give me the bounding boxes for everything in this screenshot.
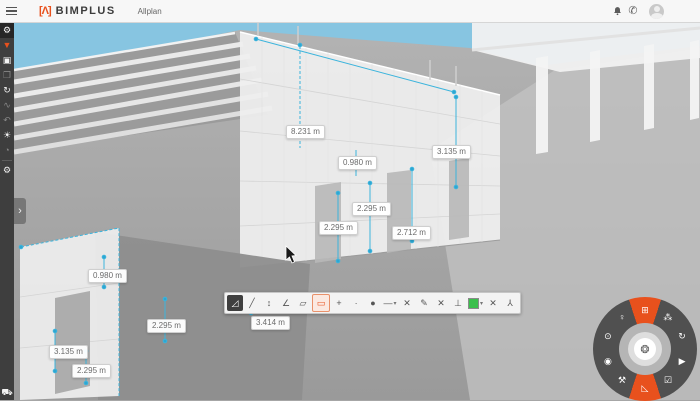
bell-glyph (612, 6, 623, 17)
measurement-toolbar: ◿╱↕∠▱▭+∙●—▾✕✎✕⊥▾✕⅄ (224, 292, 521, 314)
model-structure-icon[interactable]: ▣ (0, 53, 14, 68)
location-pin-icon[interactable]: ♀ (615, 310, 629, 324)
dropdown-caret-icon: ▾ (480, 300, 483, 307)
viewer-settings-icon[interactable]: ⚙ (0, 23, 14, 38)
camera-icon[interactable]: ▶ (675, 354, 689, 368)
measure-ruler-icon[interactable]: ◺ (638, 381, 652, 395)
revision-icon[interactable]: ↻ (0, 83, 14, 98)
clear-tag-button[interactable]: ✕ (433, 295, 449, 311)
front-left-wall (20, 228, 119, 400)
brand-title: BIMPLUS (56, 5, 116, 17)
text-anchor-button-glyph: ⊥ (454, 298, 462, 309)
clear-line-button-glyph: ✕ (403, 298, 411, 309)
notifications-bell-icon[interactable] (609, 3, 625, 19)
support-phone-icon[interactable]: ✆ (625, 3, 641, 19)
gauge-icon[interactable]: ◔ (0, 143, 14, 158)
left-sidebar: ⚙▼▣❐↻∿↶☀◔⚙⛟ (0, 22, 14, 400)
sidebar-divider (2, 160, 12, 161)
copy-compare-icon[interactable]: ❐ (0, 68, 14, 83)
crosshair-button-glyph: + (336, 298, 341, 308)
label-tag-button-glyph: ✎ (420, 298, 428, 309)
clear-color-button-glyph: ✕ (489, 298, 497, 309)
measure-tool-button-glyph: ◿ (232, 298, 239, 309)
point-large-button-glyph: ● (370, 298, 375, 308)
tasks-checkbox-icon[interactable]: ☑ (661, 374, 675, 388)
sidebar-expand-chevron-icon[interactable]: › (14, 198, 26, 224)
team-icon[interactable]: ⁂ (661, 310, 675, 324)
eye-icon[interactable]: ◉ (601, 354, 615, 368)
settings-gear-icon[interactable]: ⚙ (0, 163, 14, 178)
label-tag-button[interactable]: ✎ (416, 295, 432, 311)
measure-angle-button-glyph: ∠ (282, 298, 290, 309)
cart-icon[interactable]: ⛟ (0, 385, 14, 400)
lens-icon[interactable]: ⊙ (601, 330, 615, 344)
tools-icon[interactable]: ⚒ (615, 374, 629, 388)
measure-area-button[interactable]: ▱ (295, 295, 311, 311)
person-view-button[interactable]: ⅄ (502, 295, 518, 311)
clear-line-button[interactable]: ✕ (399, 295, 415, 311)
line-style-select-glyph: — (383, 298, 392, 308)
project-name[interactable]: Allplan (138, 7, 162, 16)
orbit-center-icon[interactable]: ❂ (634, 338, 656, 360)
apps-grid-icon[interactable]: ⊞ (638, 303, 652, 317)
measure-vertical-button-glyph: ↕ (267, 298, 272, 308)
clear-tag-button-glyph: ✕ (437, 298, 445, 309)
measure-angle-button[interactable]: ∠ (278, 295, 294, 311)
user-avatar[interactable] (649, 4, 664, 19)
box-select-button-glyph: ▭ (317, 298, 326, 309)
line-style-select[interactable]: —▾ (382, 295, 398, 311)
measure-vertical-button[interactable]: ↕ (261, 295, 277, 311)
connections-icon[interactable]: ∿ (0, 98, 14, 113)
filter-icon[interactable]: ▼ (0, 38, 14, 53)
dropdown-caret-icon: ▾ (393, 300, 396, 307)
measure-area-button-glyph: ▱ (300, 298, 307, 309)
color-swatch-select[interactable]: ▾ (467, 295, 484, 311)
text-anchor-button[interactable]: ⊥ (450, 295, 466, 311)
point-large-button[interactable]: ● (365, 295, 381, 311)
point-small-button[interactable]: ∙ (348, 295, 364, 311)
point-small-button-glyph: ∙ (355, 298, 358, 308)
measure-distance-button-glyph: ╱ (249, 298, 254, 309)
bimplus-logo: [Λ] (39, 5, 51, 17)
measure-tool-button[interactable]: ◿ (227, 295, 243, 311)
orbit-refresh-icon[interactable]: ↻ (675, 330, 689, 344)
crosshair-button[interactable]: + (331, 295, 347, 311)
menu-hamburger-icon[interactable] (6, 7, 17, 16)
brightness-icon[interactable]: ☀ (0, 128, 14, 143)
box-select-button[interactable]: ▭ (312, 294, 330, 312)
top-app-bar: [Λ] BIMPLUS Allplan ✆ (0, 0, 700, 23)
measure-distance-button[interactable]: ╱ (244, 295, 260, 311)
undo-icon[interactable]: ↶ (0, 113, 14, 128)
color-swatch (468, 298, 479, 309)
navigation-wheel: ⊞ ⁂↻ ▶☑ ◺ ⚒◉ ⊙♀ ❂ (593, 297, 697, 401)
person-view-button-glyph: ⅄ (507, 298, 513, 309)
clear-color-button[interactable]: ✕ (485, 295, 501, 311)
